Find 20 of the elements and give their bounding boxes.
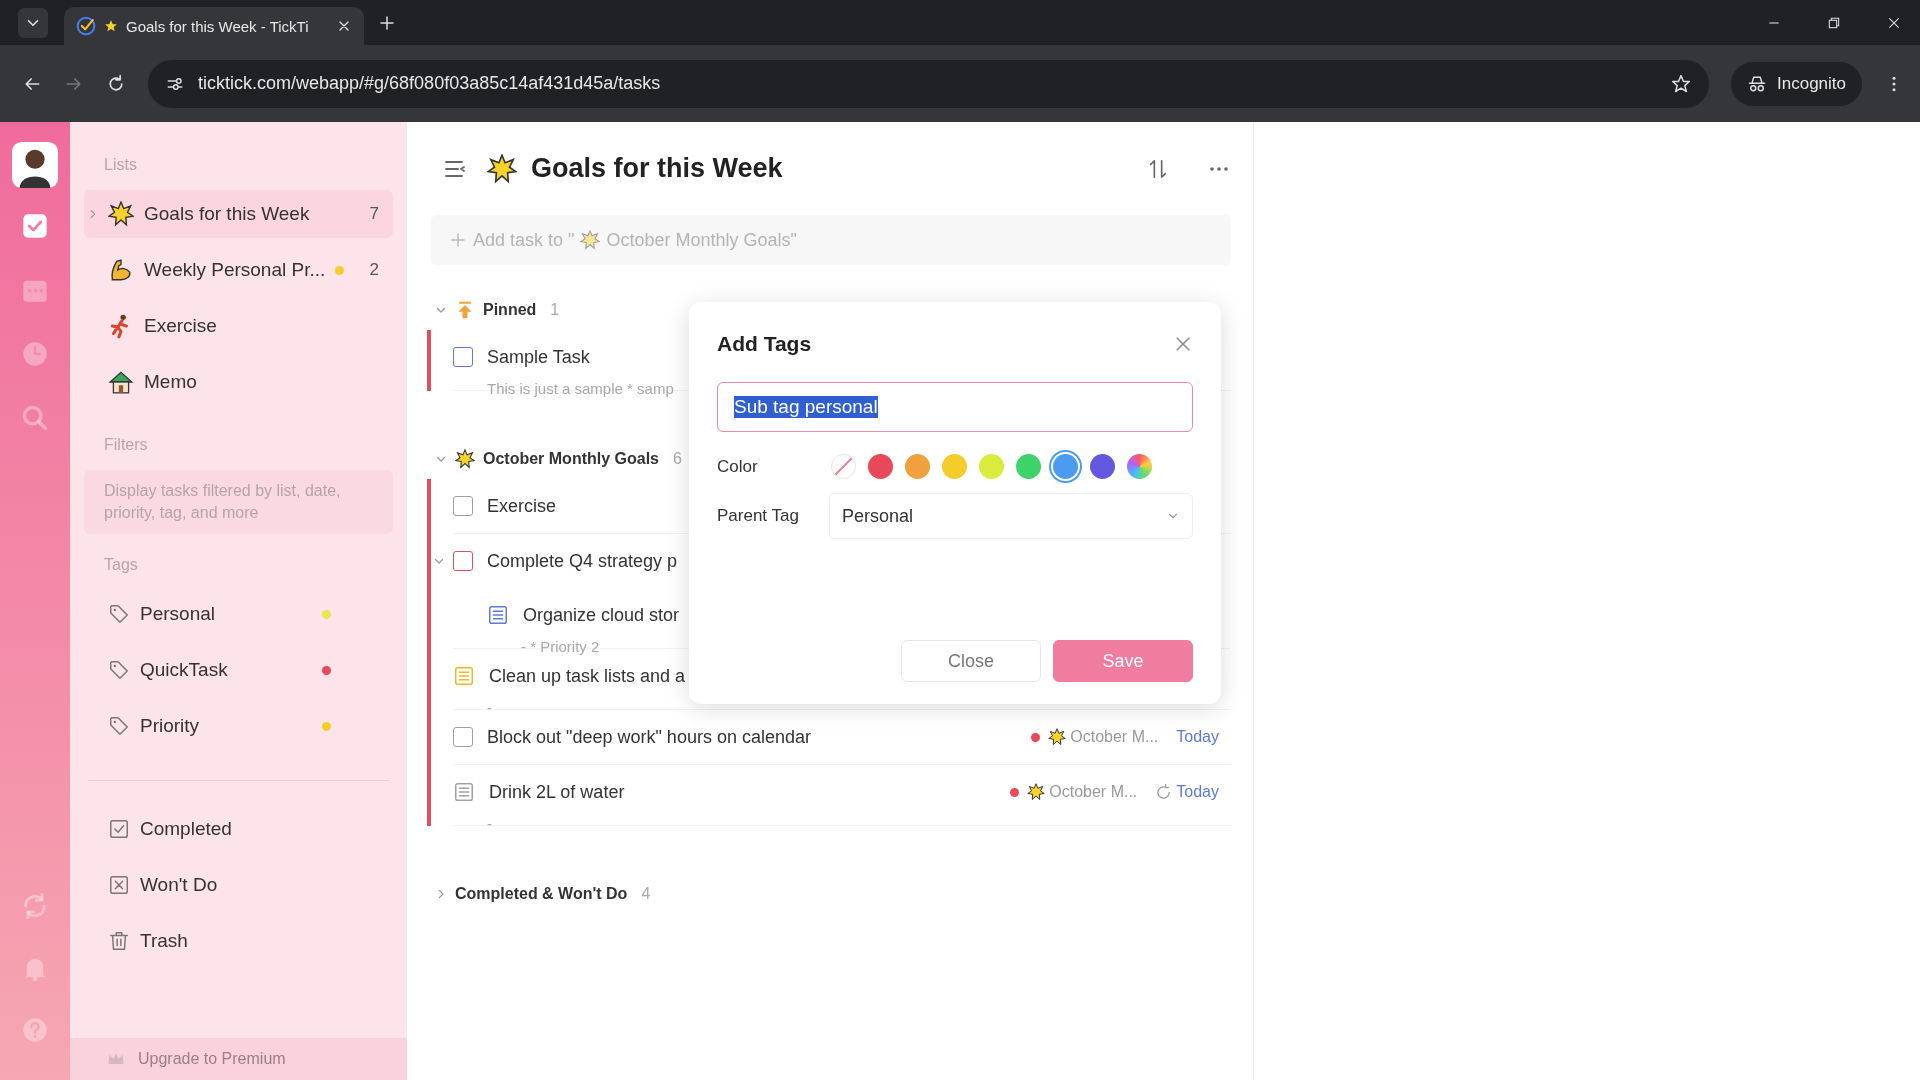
tab-title: Goals for this Week - TickTi xyxy=(126,17,310,35)
list-label: October M... xyxy=(1070,728,1159,746)
url-text: ticktick.com/webapp/#g/68f080f03a85c14af431d45a/tasks xyxy=(198,73,661,94)
item-count: 2 xyxy=(368,260,379,280)
section-heading: Lists xyxy=(103,156,138,175)
dialog-title: Add Tags xyxy=(717,332,812,356)
due-date: Today xyxy=(1176,783,1219,801)
task-note: - xyxy=(487,699,492,716)
field-label: Parent Tag xyxy=(717,506,800,526)
section-heading: Filters xyxy=(103,435,149,455)
field-label: Color xyxy=(717,456,759,477)
section-heading: Tags xyxy=(103,555,139,575)
filters-hint: Display tasks filtered by list, date, priority, tag, and more xyxy=(84,470,393,534)
task-note: This is just a sample * samp xyxy=(487,380,674,397)
task-note: - xyxy=(487,815,492,832)
list-title: Goals for this Week xyxy=(531,153,783,184)
due-date: Today xyxy=(1176,728,1219,746)
task-note: - * Priority 2 xyxy=(521,638,600,655)
list-label: October M... xyxy=(1049,783,1138,801)
item-count: 7 xyxy=(368,204,379,224)
